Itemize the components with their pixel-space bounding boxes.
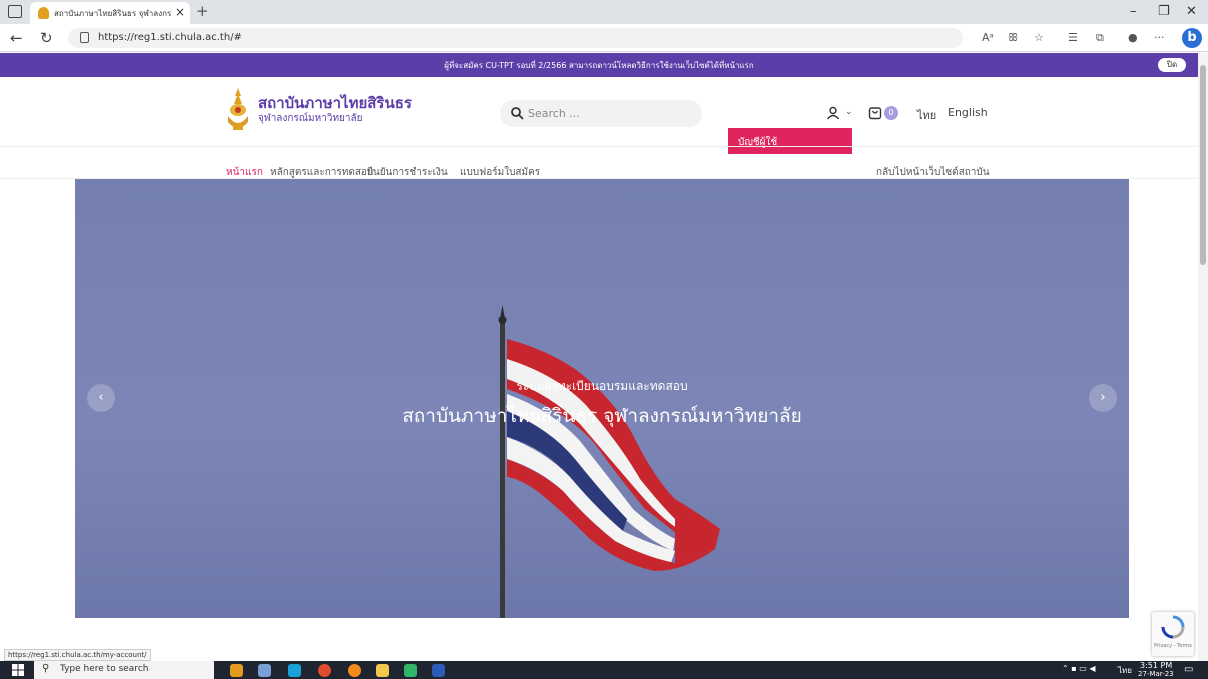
taskbar-search-placeholder: Type here to search <box>60 664 149 674</box>
announcement-text: ผู้ที่จะสมัคร CU-TPT รอบที่ 2/2566 สามาร… <box>444 61 754 70</box>
hero-slider: ระบบลงทะเบียนอบรมและทดสอบ สถาบันภาษาไทยส… <box>75 179 1129 618</box>
user-account-icon[interactable] <box>826 106 840 120</box>
tray-language[interactable]: ไทย <box>1118 664 1132 677</box>
search-icon[interactable] <box>510 106 524 120</box>
favicon-icon <box>38 7 49 19</box>
lang-thai-link[interactable]: ไทย <box>917 106 936 124</box>
windows-taskbar: ⚲ Type here to search ⌃ ▪ ▭ ◀ ไทย 3:51 P… <box>0 661 1208 679</box>
recaptcha-label[interactable]: Privacy - Terms <box>1152 643 1194 649</box>
favorite-icon[interactable]: ☆ <box>1034 31 1044 44</box>
lang-english-link[interactable]: English <box>948 106 988 119</box>
new-tab-button[interactable]: + <box>196 2 209 20</box>
bing-icon[interactable]: b <box>1182 28 1202 48</box>
logo-subtitle[interactable]: จุฬาลงกรณ์มหาวิทยาลัย <box>258 111 363 126</box>
cart-count-badge: 0 <box>884 106 898 120</box>
thai-flag-image <box>498 305 720 618</box>
app-icon[interactable] <box>230 664 243 677</box>
close-window-button[interactable]: ✕ <box>1186 4 1197 19</box>
lock-icon <box>80 32 89 43</box>
announcement-bar: ผู้ที่จะสมัคร CU-TPT รอบที่ 2/2566 สามาร… <box>0 53 1198 77</box>
maximize-button[interactable]: ❐ <box>1158 4 1170 19</box>
word-icon[interactable] <box>432 664 445 677</box>
status-url: https://reg1.sti.chula.ac.th/my-account/ <box>4 649 151 661</box>
announcement-close-button[interactable]: ปิด <box>1158 58 1186 72</box>
search-icon: ⚲ <box>42 663 50 674</box>
back-arrow-icon[interactable]: ← <box>10 29 23 47</box>
profile-icon[interactable]: ● <box>1128 31 1138 44</box>
hero-subtitle: ระบบลงทะเบียนอบรมและทดสอบ <box>516 379 688 393</box>
hero-title: สถาบันภาษาไทยสิรินธร จุฬาลงกรณ์มหาวิทยาล… <box>402 405 802 427</box>
chrome-icon[interactable] <box>318 664 331 677</box>
line-icon[interactable] <box>404 664 417 677</box>
scrollbar-thumb[interactable] <box>1200 65 1206 265</box>
recaptcha-badge[interactable]: Privacy - Terms <box>1152 612 1194 656</box>
collections-icon[interactable]: ⧉ <box>1096 31 1104 45</box>
nav-divider <box>0 146 1198 147</box>
chula-emblem-icon[interactable] <box>224 86 252 134</box>
edge-icon[interactable] <box>288 664 301 677</box>
tab-close-icon[interactable]: × <box>175 5 185 19</box>
tray-icons[interactable]: ⌃ ▪ ▭ ◀ <box>1062 664 1095 673</box>
address-bar[interactable]: https://reg1.sti.chula.ac.th/# <box>68 28 963 48</box>
browser-titlebar: สถาบันภาษาไทยสิรินธร จุฬาลงกรณ์มหาวิทยาล… <box>0 0 1208 24</box>
windows-start-icon[interactable] <box>12 664 24 676</box>
search-input[interactable] <box>528 105 688 122</box>
notifications-icon[interactable]: ▭ <box>1184 664 1193 675</box>
favorites-list-icon[interactable]: ☰ <box>1068 31 1078 44</box>
account-menu-item[interactable]: บัญชีผู้ใช้ <box>738 135 777 150</box>
tray-time[interactable]: 3:51 PM <box>1140 661 1172 670</box>
account-dropdown: บัญชีผู้ใช้ <box>728 128 852 154</box>
slider-prev-button[interactable]: ‹ <box>87 384 115 412</box>
read-aloud-icon[interactable]: Aᵃ <box>982 31 994 44</box>
recaptcha-icon <box>1161 615 1185 639</box>
chevron-down-icon[interactable]: ⌄ <box>845 107 853 117</box>
app-icon[interactable] <box>258 664 271 677</box>
browser-tab[interactable]: สถาบันภาษาไทยสิรินธร จุฬาลงกรณ์มหาวิทยาล… <box>30 2 190 24</box>
search-box[interactable] <box>500 100 702 127</box>
address-row: ← ↻ https://reg1.sti.chula.ac.th/# Aᵃ ꕥ … <box>0 24 1208 52</box>
page-scrollbar[interactable] <box>1198 53 1208 661</box>
refresh-icon[interactable]: ↻ <box>40 29 53 47</box>
firefox-icon[interactable] <box>348 664 361 677</box>
tab-actions-icon[interactable] <box>8 5 22 18</box>
tab-title: สถาบันภาษาไทยสิรินธร จุฬาลงกรณ์มหาวิทยาล… <box>54 9 172 18</box>
more-menu-icon[interactable]: ··· <box>1154 31 1165 44</box>
taskbar-search[interactable]: ⚲ Type here to search <box>34 661 214 679</box>
tray-date[interactable]: 27-Mar-23 <box>1138 670 1174 678</box>
url-text: https://reg1.sti.chula.ac.th/# <box>98 32 242 43</box>
file-explorer-icon[interactable] <box>376 664 389 677</box>
translate-icon[interactable]: ꕥ <box>1008 31 1018 45</box>
slider-next-button[interactable]: › <box>1089 384 1117 412</box>
minimize-button[interactable]: – <box>1130 4 1137 19</box>
cart-icon[interactable] <box>868 106 882 120</box>
